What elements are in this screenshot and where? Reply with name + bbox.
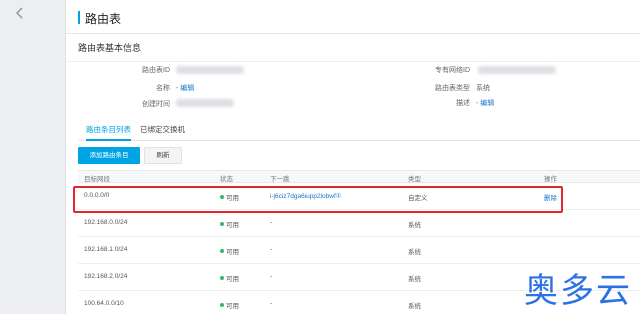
status-dot-icon <box>220 249 224 253</box>
vpc-id-value <box>478 66 556 74</box>
title-accent-bar <box>78 11 80 24</box>
route-table-id-value <box>176 66 244 74</box>
header-status: 状态 <box>220 176 233 183</box>
section-title: 路由表基本信息 <box>78 43 142 53</box>
cell-next-hop: - <box>270 219 273 226</box>
type-value: 系统 <box>476 85 490 92</box>
cell-dest: 192.168.2.0/24 <box>84 273 128 280</box>
refresh-button[interactable]: 刷新 <box>144 147 182 164</box>
desc-edit-link[interactable]: 编辑 <box>480 100 494 107</box>
cell-type: 系统 <box>408 249 421 256</box>
page-header: 路由表 <box>66 0 640 34</box>
status-text: 可用 <box>226 303 239 310</box>
name-label: 名称 <box>156 85 170 92</box>
cell-dest: 192.168.0.0/24 <box>84 219 128 226</box>
route-table-id-label: 路由表ID <box>142 67 170 74</box>
cell-next-hop: - <box>270 246 273 253</box>
back-chevron-icon[interactable] <box>14 6 34 26</box>
name-edit-link[interactable]: 编辑 <box>180 85 194 92</box>
sidebar <box>0 0 66 314</box>
status-dot-icon <box>220 303 224 307</box>
cell-status: 可用 <box>220 300 239 310</box>
name-dash: - <box>176 85 179 92</box>
desc-label: 描述 <box>456 100 470 107</box>
cell-next-hop: - <box>270 300 273 307</box>
table-header: 目标网段 状态 下一跳 类型 操作 <box>78 170 640 183</box>
cell-status: 可用 <box>220 273 239 283</box>
divider <box>66 61 640 62</box>
cell-status: 可用 <box>220 246 239 256</box>
add-route-entry-button[interactable]: 添加路由条目 <box>78 147 140 164</box>
tab-route-entries[interactable]: 路由条目列表 <box>86 125 131 141</box>
vpc-id-label: 专有网络ID <box>435 67 470 74</box>
cell-type: 系统 <box>408 276 421 283</box>
header-dest: 目标网段 <box>84 176 110 183</box>
desc-value: - 编辑 <box>476 98 494 108</box>
cell-type: 系统 <box>408 222 421 229</box>
status-text: 可用 <box>226 249 239 256</box>
type-label: 路由表类型 <box>435 85 470 92</box>
table-row: 192.168.0.0/24 可用 - 系统 <box>78 210 640 237</box>
status-text: 可用 <box>226 222 239 229</box>
cell-type: 系统 <box>408 303 421 310</box>
tab-bar: 路由条目列表 已绑定交换机 <box>78 125 640 141</box>
status-text: 可用 <box>226 276 239 283</box>
page-title: 路由表 <box>85 12 122 26</box>
cell-status: 可用 <box>220 219 239 229</box>
tab-bound-switches[interactable]: 已绑定交换机 <box>140 125 185 141</box>
table-row: 192.168.1.0/24 可用 - 系统 <box>78 237 640 264</box>
cell-next-hop: - <box>270 273 273 280</box>
desc-dash: - <box>476 100 479 107</box>
created-value <box>176 99 234 107</box>
header-next-hop: 下一跳 <box>270 176 290 183</box>
watermark-logo: 奥多云 <box>524 271 632 311</box>
status-dot-icon <box>220 276 224 280</box>
header-type: 类型 <box>408 176 421 183</box>
header-action: 操作 <box>544 176 557 183</box>
cell-dest: 100.64.0.0/10 <box>84 300 124 307</box>
red-highlight-box <box>73 186 563 213</box>
name-value: - 编辑 <box>176 83 194 93</box>
status-dot-icon <box>220 222 224 226</box>
created-label: 创建时间 <box>142 101 170 108</box>
cell-dest: 192.168.1.0/24 <box>84 246 128 253</box>
